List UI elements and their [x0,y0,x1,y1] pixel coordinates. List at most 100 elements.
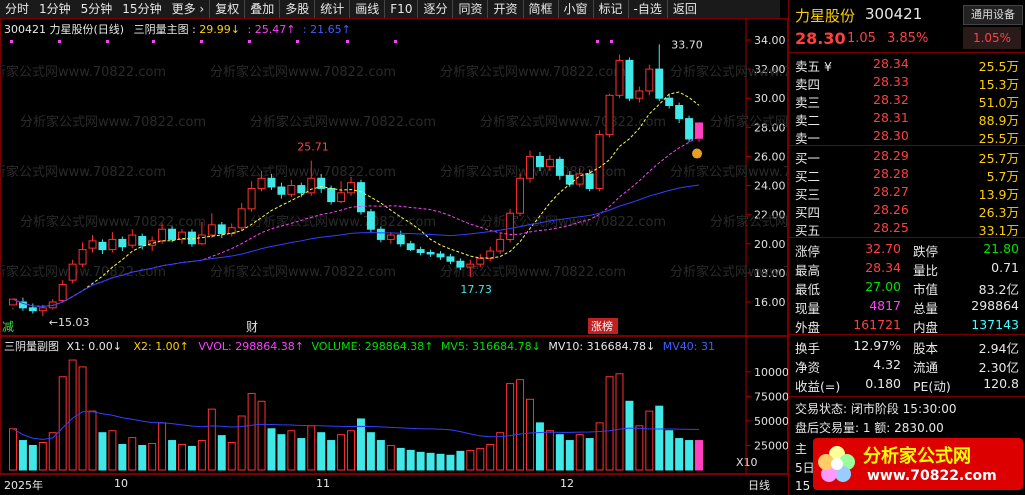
volume-bar [366,432,375,471]
candle-body [496,238,505,252]
volume-bar [197,440,206,471]
candle-body [247,187,256,210]
candle-body [526,155,534,179]
toolbar-item[interactable]: 统计 [314,0,349,18]
order-book-row: 卖一 28.30 25.5万 [795,128,1019,146]
date-label-nov: 11 [316,477,330,490]
volume-bar [227,442,236,471]
stat-value: 298864 [971,298,1019,313]
volume-bar [565,440,574,471]
level-price: 28.29 [873,148,909,163]
watermark-text: 分析家公式网www.70822.com [480,114,666,130]
volume-bar [178,443,186,471]
toolbar-item[interactable]: F10 [384,0,417,18]
volume-bar [595,422,604,471]
signal-dot [248,40,251,43]
watermark-text: 分析家公式网www.70822.com [440,64,626,80]
level-volume: 13.9万 [978,187,1019,202]
stat-row: 换手 12.97% 股本 2.94亿 [795,338,1019,356]
stat-value: 0.180 [865,376,901,391]
toolbar-item[interactable]: 多股 [279,0,314,18]
volume-bar [247,392,256,471]
sub-y-tick-label: 100000 [754,366,788,379]
candle-body [615,59,624,96]
toolbar-item[interactable]: 小窗 [557,0,593,18]
volume-bar [496,432,505,471]
level-volume: 25.7万 [978,151,1019,166]
signal-dot [106,40,109,43]
volume-bar [98,432,107,471]
candle-body [68,263,77,281]
candle-body [555,158,564,176]
toolbar-item[interactable]: 画线 [349,0,384,18]
stat-label: 最低 [795,282,821,297]
sub-unit-label: X10 [736,456,758,469]
candle-body [28,307,37,312]
candle-body [38,307,47,312]
candle-body [237,208,246,229]
signal-dot [394,40,397,43]
limit-up-tag-label: 涨榜 [591,319,613,333]
toolbar-item[interactable]: 简框 [522,0,558,18]
candle-body [565,174,574,185]
volume-bar [555,434,564,471]
stat-label: 总量 [913,301,939,316]
level-label: 卖二 [795,113,821,128]
trade-state: 交易状态: 闭市阶段 15:30:00 [795,402,957,416]
toolbar-item[interactable]: 叠加 [244,0,279,18]
watermark-text: 分析家公式网www.70822.com [0,164,166,180]
toolbar-item[interactable]: 开资 [487,0,522,18]
candle-body [625,59,634,99]
stat-label: 跌停 [913,244,939,259]
stat-label: 最高 [795,263,821,278]
flower-icon [818,446,855,482]
order-book-row: 卖三 28.32 51.0万 [795,92,1019,110]
toolbar-item[interactable]: 标记 [592,0,628,18]
volume-bar [605,376,614,471]
stat-value: 2.30亿 [978,360,1019,375]
volume-bar [685,440,694,471]
stat-label: 量比 [913,263,939,278]
period-label[interactable]: 日线 [748,477,770,493]
volume-bar [585,438,594,471]
candle-body [426,252,435,255]
stat-row: 涨停 32.70 跌停 21.80 [795,241,1019,259]
toolbar-item[interactable]: 5分钟 [76,0,118,18]
toolbar-item[interactable]: 复权 [209,0,244,18]
toolbar-item[interactable]: 分时 [0,0,34,18]
volume-bar [187,445,196,471]
volume-bar [655,405,664,471]
toolbar-item[interactable]: 逐分 [417,0,452,18]
toolbar-item[interactable]: 更多 › [167,0,210,18]
volume-bar [168,440,177,471]
volume-bar [386,444,395,471]
cut-label-2: 5日 [795,461,815,475]
signal-dot [296,40,299,43]
level-volume: 88.9万 [978,113,1019,128]
stat-label: 涨停 [795,244,821,259]
candle-body [645,68,654,92]
level-price: 28.32 [873,92,909,107]
watermark-text: 分析家公式网www.70822.com [670,164,788,180]
toolbar-item[interactable]: 1分钟 [34,0,76,18]
low-annotation: 17.73 [460,283,492,296]
volume-bar [277,434,286,471]
candle-body [307,177,316,194]
candle-body [217,224,226,235]
toolbar-item[interactable]: 15分钟 [117,0,166,18]
volume-bar [118,443,127,471]
candle-body [187,231,196,245]
toolbar-item[interactable]: 返回 [666,0,702,18]
volume-bar [645,410,654,471]
divider [789,52,1025,53]
stat-row: 净资 4.32 流通 2.30亿 [795,357,1019,375]
quote-stock-name: 力星股份 [795,7,856,25]
volume-bar [406,449,415,471]
candle-body [98,241,107,251]
toolbar-item[interactable]: 同资 [452,0,487,18]
volume-bar [665,430,674,471]
toolbar-item[interactable]: -自选 [627,0,667,18]
logo-title: 分析家公式网 [863,446,971,467]
industry-button[interactable]: 通用设备 [963,5,1023,25]
candle-body [337,192,346,203]
